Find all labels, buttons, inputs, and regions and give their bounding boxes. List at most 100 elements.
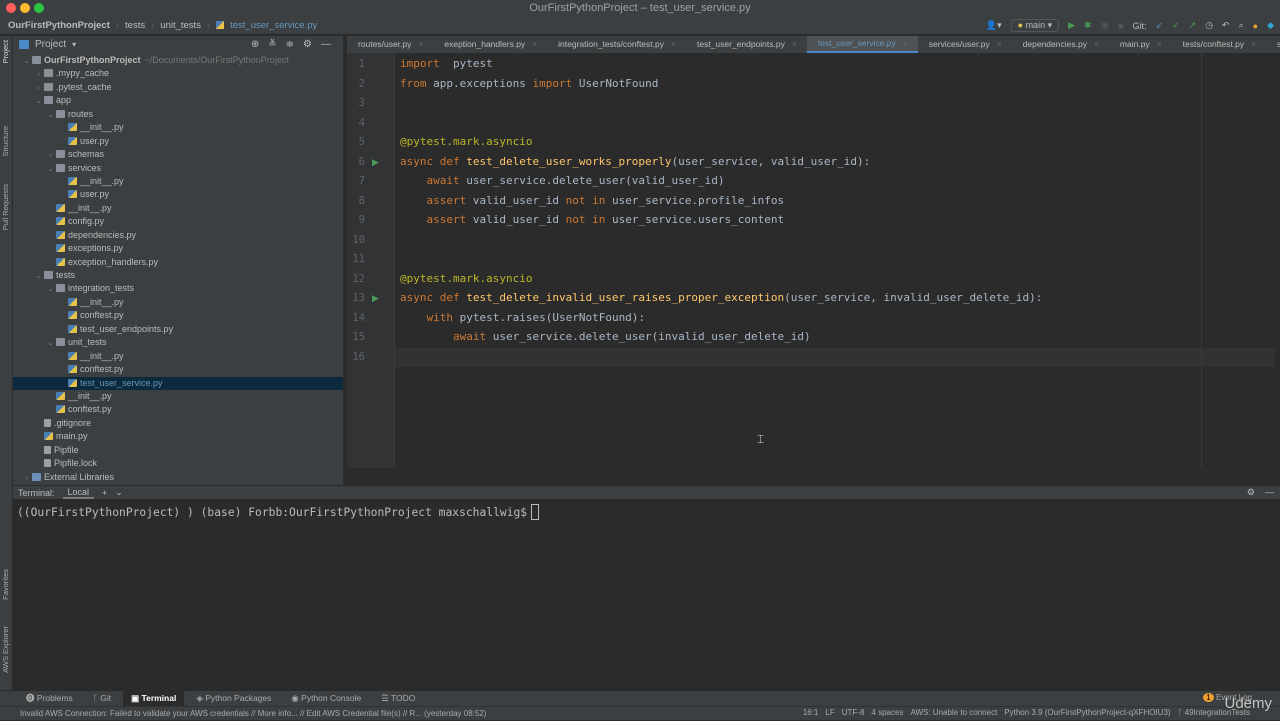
coverage-icon[interactable]: ▣ [1101, 20, 1110, 31]
file-encoding[interactable]: UTF-8 [842, 706, 865, 720]
tree-item[interactable]: .gitignore [13, 417, 343, 430]
tree-item[interactable]: conftest.py [13, 403, 343, 416]
toolbox-icon[interactable]: ◆ [1267, 20, 1274, 31]
tree-item[interactable]: Pipfile [13, 444, 343, 457]
tree-item[interactable]: exception_handlers.py [13, 256, 343, 269]
gear-icon[interactable]: ⚙ [303, 39, 312, 50]
tree-item[interactable]: › External Libraries [13, 471, 343, 484]
tab-main-py[interactable]: main.py × [1109, 36, 1172, 53]
indent-setting[interactable]: 4 spaces [871, 706, 903, 720]
run-test-icon[interactable]: ▶ [372, 157, 379, 168]
tab-integration-tests-conftest-py[interactable]: integration_tests/conftest.py × [547, 36, 686, 53]
stop-icon[interactable]: ■ [1118, 21, 1123, 31]
hide-icon[interactable]: — [1265, 487, 1274, 498]
tab-test-user-service-py[interactable]: test_user_service.py × [806, 36, 918, 53]
chevron-down-icon[interactable]: ⌄ [45, 283, 56, 296]
git-push-icon[interactable]: ↗ [1189, 20, 1197, 31]
status-message[interactable]: Invalid AWS Connection: Failed to valida… [20, 709, 486, 718]
tree-item[interactable]: config.py [13, 215, 343, 228]
bottom-tab-problems[interactable]: ⓿ Problems [18, 691, 81, 706]
terminal-tab-local[interactable]: Local [62, 487, 95, 499]
update-icon[interactable]: ● [1253, 21, 1258, 31]
close-tab-icon[interactable]: × [1094, 36, 1099, 53]
search-icon[interactable]: ⌕ [1239, 20, 1244, 31]
bottom-tab-python-packages[interactable]: ◈ Python Packages [188, 691, 279, 706]
history-icon[interactable]: ◷ [1205, 20, 1213, 31]
bottom-tab-todo[interactable]: ☰ TODO [373, 691, 423, 706]
chevron-right-icon[interactable]: › [33, 82, 44, 95]
tree-item[interactable]: __init__.py [13, 390, 343, 403]
chevron-down-icon[interactable]: ⌄ [115, 487, 123, 498]
project-tool-button[interactable]: Project [1, 40, 10, 63]
git-update-icon[interactable]: ↙ [1156, 20, 1164, 31]
tree-item[interactable]: Pipfile.lock [13, 457, 343, 470]
chevron-down-icon[interactable]: ⌄ [21, 55, 32, 68]
chevron-down-icon[interactable]: ⌄ [33, 95, 44, 108]
tree-item[interactable]: __init__.py [13, 350, 343, 363]
tab-test-user-endpoints-py[interactable]: test_user_endpoints.py × [686, 36, 807, 53]
chevron-right-icon[interactable]: › [33, 68, 44, 81]
tree-item[interactable]: dependencies.py [13, 229, 343, 242]
tree-item[interactable]: ⌄ services [13, 162, 343, 175]
debug-icon[interactable]: ✱ [1084, 20, 1092, 31]
tab-dependencies-py[interactable]: dependencies.py × [1012, 36, 1109, 53]
tree-item[interactable]: ⌄ tests [13, 269, 343, 282]
close-tab-icon[interactable]: × [1251, 36, 1256, 53]
code-editor[interactable] [347, 53, 1280, 485]
close-tab-icon[interactable]: × [532, 36, 537, 53]
breadcrumb-project[interactable]: OurFirstPythonProject [8, 16, 110, 35]
chevron-right-icon[interactable]: › [45, 149, 56, 162]
tree-item[interactable]: test_user_service.py [13, 376, 343, 390]
close-tab-icon[interactable]: × [1157, 36, 1162, 53]
close-tab-icon[interactable]: × [997, 36, 1002, 53]
project-view-select[interactable]: Project [35, 39, 66, 50]
maximize-window-button[interactable] [34, 3, 44, 13]
chevron-right-icon[interactable]: › [21, 472, 32, 485]
locate-icon[interactable]: ⊕ [251, 39, 259, 50]
tree-item[interactable]: __init__.py [13, 202, 343, 215]
tab-tests-conftest-py[interactable]: tests/conftest.py × [1172, 36, 1266, 53]
tab-schem[interactable]: schem× [1266, 36, 1280, 53]
breadcrumb-unit-tests[interactable]: unit_tests [160, 16, 201, 35]
close-tab-icon[interactable]: × [903, 36, 908, 52]
bottom-tab-terminal[interactable]: ▣ Terminal [123, 691, 185, 706]
chevron-down-icon[interactable]: ⌄ [33, 270, 44, 283]
tree-item[interactable]: ⌄ unit_tests [13, 336, 343, 349]
close-window-button[interactable] [6, 3, 16, 13]
minimize-window-button[interactable] [20, 3, 30, 13]
tree-item[interactable]: ⌄ routes [13, 108, 343, 121]
line-separator[interactable]: LF [825, 706, 834, 720]
caret-position[interactable]: 16:1 [803, 706, 819, 720]
tree-item[interactable]: __init__.py [13, 175, 343, 188]
structure-tool-button[interactable]: Structure [1, 126, 10, 156]
tab-exeption-handlers-py[interactable]: exeption_handlers.py × [433, 36, 547, 53]
tree-item[interactable]: ⌄ integration_tests [13, 282, 343, 295]
tree-item[interactable]: › .mypy_cache [13, 67, 343, 80]
close-tab-icon[interactable]: × [671, 36, 676, 53]
bottom-tab-python-console[interactable]: ◉ Python Console [283, 691, 369, 706]
chevron-down-icon[interactable]: ⌄ [45, 163, 56, 176]
user-icon[interactable]: 👤▾ [986, 20, 1002, 31]
tree-item[interactable]: conftest.py [13, 309, 343, 322]
collapse-all-icon[interactable]: ≑ [286, 39, 294, 50]
close-tab-icon[interactable]: × [792, 36, 797, 53]
run-icon[interactable]: ▶ [1068, 20, 1075, 31]
run-test-icon[interactable]: ▶ [372, 293, 379, 304]
terminal[interactable]: ((OurFirstPythonProject) ) (base) Forbb:… [13, 499, 1280, 690]
tree-item[interactable]: __init__.py [13, 121, 343, 134]
tree-item[interactable]: test_user_endpoints.py [13, 323, 343, 336]
aws-explorer-tool-button[interactable]: AWS Explorer [1, 626, 10, 673]
rollback-icon[interactable]: ↶ [1222, 20, 1230, 31]
tree-item[interactable]: exceptions.py [13, 242, 343, 255]
tree-item[interactable]: › .pytest_cache [13, 81, 343, 94]
tree-item[interactable]: __init__.py [13, 296, 343, 309]
gear-icon[interactable]: ⚙ [1247, 487, 1255, 498]
tree-item[interactable]: conftest.py [13, 363, 343, 376]
chevron-down-icon[interactable]: ⌄ [45, 109, 56, 122]
python-interpreter[interactable]: Python 3.9 (OurFirstPythonProject-qXFHOI… [1004, 706, 1170, 720]
run-config-select[interactable]: ● main ▾ [1010, 19, 1060, 32]
breadcrumb-file[interactable]: test_user_service.py [230, 16, 317, 35]
tab-services-user-py[interactable]: services/user.py × [918, 36, 1012, 53]
aws-status[interactable]: AWS: Unable to connect [910, 706, 997, 720]
tree-item[interactable]: main.py [13, 430, 343, 443]
